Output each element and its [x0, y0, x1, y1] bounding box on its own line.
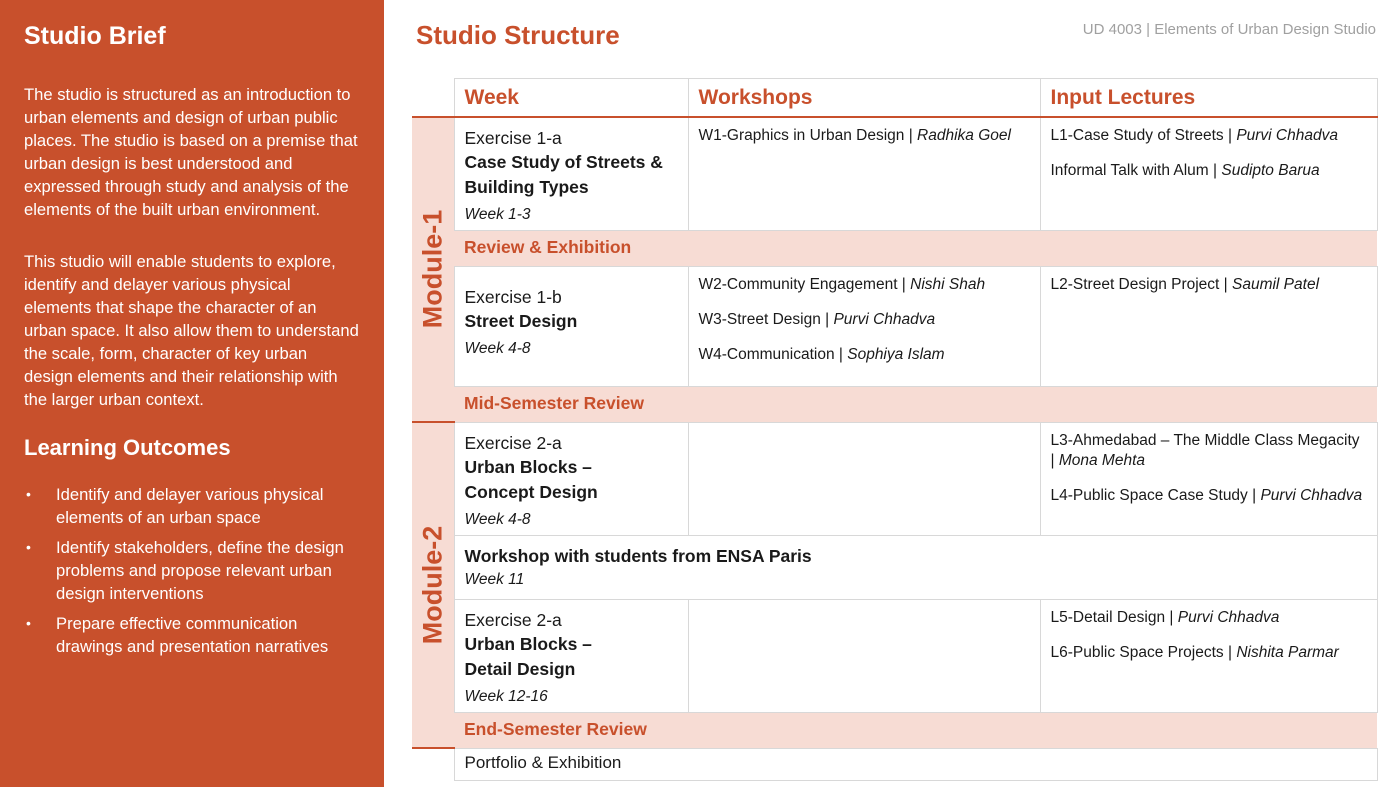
table-row: Exercise 1-b Street Design Week 4-8 W2-C… — [412, 265, 1378, 387]
lectures-cell: L3-Ahmedabad – The Middle Class Megacity… — [1039, 421, 1378, 536]
outcome-item: • Identify and delayer various physical e… — [26, 485, 324, 527]
table-row: Exercise 2-a Urban Blocks – Detail Desig… — [412, 598, 1378, 713]
column-header-workshops: Workshops — [687, 78, 1041, 118]
page-title: Studio Structure — [416, 20, 620, 50]
lecture-item: L5-Detail Design | Purvi Chhadva — [1050, 608, 1280, 626]
mid-semester-review-label: Mid-Semester Review — [454, 386, 1377, 422]
end-semester-review-label: End-Semester Review — [454, 712, 1377, 748]
module-1-label: Module-1 — [417, 210, 448, 329]
outcome-item: • Identify stakeholders, define the desig… — [26, 538, 344, 603]
ensa-workshop-cell: Workshop with students from ENSA Paris W… — [453, 534, 1378, 600]
workshop-item: W2-Community Engagement | Nishi Shah — [698, 275, 986, 293]
bullet-icon: • — [26, 539, 31, 555]
module-1-band: Module-1 — [412, 115, 454, 423]
table-header-row: Week Workshops Input Lectures — [412, 78, 1378, 118]
lectures-cell: L1-Case Study of Streets | Purvi Chhadva… — [1039, 116, 1378, 231]
column-header-lectures: Input Lectures — [1039, 78, 1378, 118]
lectures-cell: L5-Detail Design | Purvi Chhadva L6-Publ… — [1039, 598, 1378, 713]
table-row: Portfolio & Exhibition — [412, 747, 1378, 781]
lecture-item: L1-Case Study of Streets | Purvi Chhadva — [1050, 126, 1338, 144]
workshops-cell — [687, 421, 1041, 536]
studio-brief-title: Studio Brief — [24, 22, 166, 50]
table-row: Module-1 Exercise 1-a Case Study of Stre… — [412, 115, 1378, 423]
table-row: Workshop with students from ENSA Paris W… — [412, 534, 1378, 600]
workshops-cell: W1-Graphics in Urban Design | Radhika Go… — [687, 116, 1041, 231]
learning-outcomes-title: Learning Outcomes — [24, 435, 231, 460]
workshops-cell — [687, 598, 1041, 713]
exercise-cell: Exercise 2-a Urban Blocks – Concept Desi… — [453, 421, 689, 536]
studio-brief-panel: Studio Brief The studio is structured as… — [0, 0, 384, 787]
workshop-item: W3-Street Design | Purvi Chhadva — [698, 310, 936, 328]
exercise-cell: Exercise 1-a Case Study of Streets & Bui… — [453, 116, 689, 231]
outcome-item: • Prepare effective communication drawing… — [26, 614, 329, 656]
brief-paragraph-2: This studio will enable students to expl… — [24, 252, 359, 409]
module-2-band: Module-2 — [412, 422, 454, 749]
column-header-week: Week — [453, 78, 689, 118]
lecture-item: L4-Public Space Case Study | Purvi Chhad… — [1050, 486, 1363, 504]
table-row: Module-2 Exercise 2-a Urban Blocks – Con… — [412, 421, 1378, 749]
review-row: End-Semester Review — [412, 712, 1377, 748]
workshop-item: W4-Communication | Sophiya Islam — [698, 345, 945, 363]
learning-outcomes-list: • Identify and delayer various physical e… — [24, 483, 360, 658]
exercise-cell: Exercise 2-a Urban Blocks – Detail Desig… — [453, 598, 689, 713]
workshop-item: W1-Graphics in Urban Design | Radhika Go… — [698, 126, 1011, 144]
portfolio-exhibition-cell: Portfolio & Exhibition — [453, 747, 1378, 781]
exercise-cell: Exercise 1-b Street Design Week 4-8 — [453, 265, 689, 387]
studio-structure-table: Week Workshops Input Lectures Module-1 E… — [412, 78, 1378, 781]
bullet-icon: • — [26, 615, 31, 631]
review-row: Mid-Semester Review — [412, 386, 1377, 422]
review-row: Review & Exhibition — [412, 230, 1377, 266]
lecture-item: Informal Talk with Alum | Sudipto Barua — [1050, 161, 1320, 179]
module-2-label: Module-2 — [417, 525, 448, 645]
review-exhibition-label: Review & Exhibition — [454, 230, 1377, 266]
brief-paragraph-1: The studio is structured as an introduct… — [24, 85, 358, 219]
lecture-item: L2-Street Design Project | Saumil Patel — [1050, 275, 1320, 293]
course-label: UD 4003 | Elements of Urban Design Studi… — [1082, 21, 1376, 38]
bullet-icon: • — [26, 486, 31, 502]
lecture-item: L3-Ahmedabad – The Middle Class Megacity… — [1050, 431, 1360, 469]
workshops-cell: W2-Community Engagement | Nishi Shah W3-… — [687, 265, 1041, 387]
lectures-cell: L2-Street Design Project | Saumil Patel — [1039, 265, 1378, 387]
lecture-item: L6-Public Space Projects | Nishita Parma… — [1050, 643, 1339, 661]
